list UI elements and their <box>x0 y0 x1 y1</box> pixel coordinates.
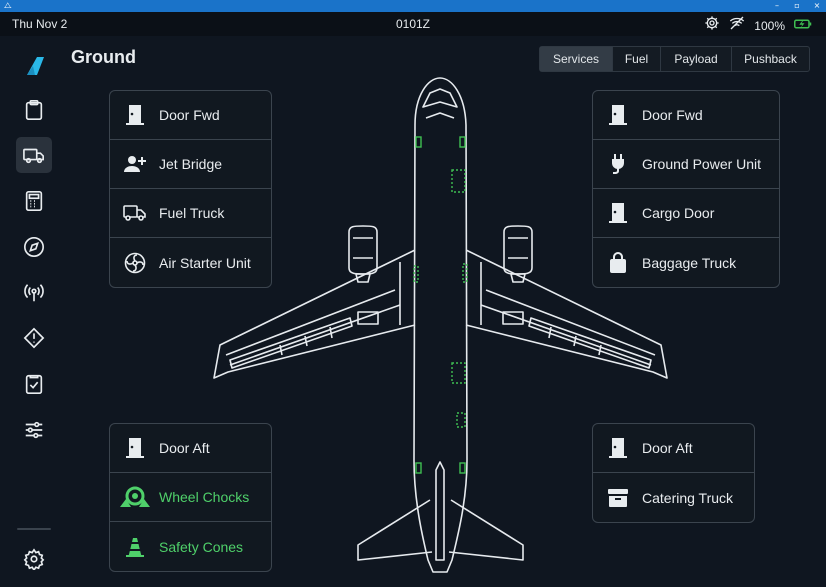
door-icon <box>606 436 630 460</box>
catering-box-icon <box>606 486 630 510</box>
service-door-fwd-right[interactable]: Door Fwd <box>593 91 779 140</box>
power-plug-icon <box>606 152 630 176</box>
services-panel-right-fwd: Door Fwd Ground Power Unit Cargo Door Ba… <box>592 90 780 288</box>
service-door-fwd-left[interactable]: Door Fwd <box>110 91 271 140</box>
service-door-aft-left[interactable]: Door Aft <box>110 424 271 473</box>
service-jet-bridge[interactable]: Jet Bridge <box>110 140 271 189</box>
service-baggage-truck[interactable]: Baggage Truck <box>593 238 779 287</box>
fan-icon <box>123 251 147 275</box>
cone-icon <box>119 535 151 559</box>
service-cargo-door[interactable]: Cargo Door <box>593 189 779 238</box>
door-icon <box>123 103 147 127</box>
door-icon <box>606 103 630 127</box>
wheel-chocks-icon <box>119 485 151 509</box>
service-catering-truck[interactable]: Catering Truck <box>593 473 754 522</box>
service-fuel-truck[interactable]: Fuel Truck <box>110 189 271 238</box>
service-safety-cones[interactable]: Safety Cones <box>110 522 271 571</box>
services-panel-left-fwd: Door Fwd Jet Bridge Fuel Truck Air Start… <box>109 90 272 288</box>
bag-icon <box>606 251 630 275</box>
person-add-icon <box>123 152 147 176</box>
service-wheel-chocks[interactable]: Wheel Chocks <box>110 473 271 522</box>
services-panel-left-aft: Door Aft Wheel Chocks Safety Cones <box>109 423 272 572</box>
door-icon <box>123 436 147 460</box>
service-ground-power-unit[interactable]: Ground Power Unit <box>593 140 779 189</box>
door-icon <box>606 201 630 225</box>
services-panel-right-aft: Door Aft Catering Truck <box>592 423 755 523</box>
truck-icon <box>123 201 147 225</box>
service-door-aft-right[interactable]: Door Aft <box>593 424 754 473</box>
service-air-starter-unit[interactable]: Air Starter Unit <box>110 238 271 287</box>
